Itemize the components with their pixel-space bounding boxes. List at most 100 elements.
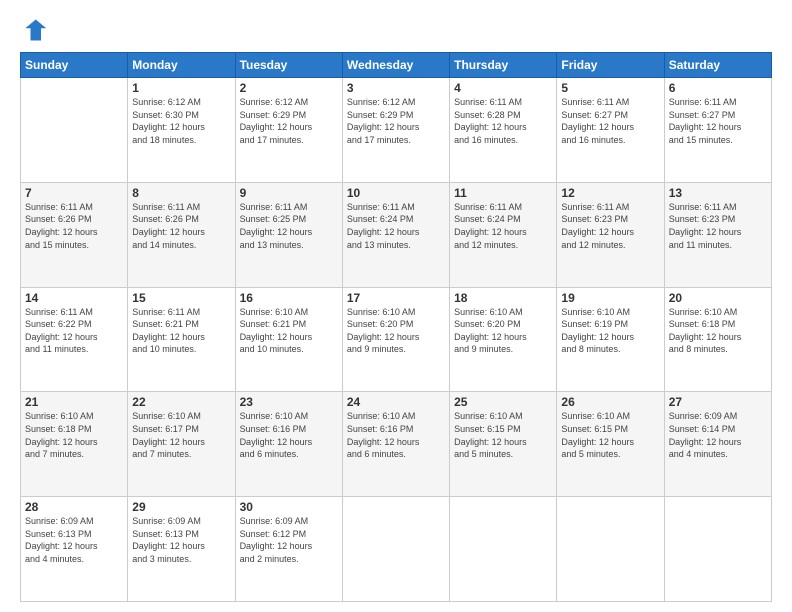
page: SundayMondayTuesdayWednesdayThursdayFrid… bbox=[0, 0, 792, 612]
day-info: Sunrise: 6:10 AM Sunset: 6:16 PM Dayligh… bbox=[347, 410, 445, 460]
day-info: Sunrise: 6:12 AM Sunset: 6:29 PM Dayligh… bbox=[347, 96, 445, 146]
day-cell: 29Sunrise: 6:09 AM Sunset: 6:13 PM Dayli… bbox=[128, 497, 235, 602]
weekday-monday: Monday bbox=[128, 53, 235, 78]
day-info: Sunrise: 6:11 AM Sunset: 6:23 PM Dayligh… bbox=[669, 201, 767, 251]
day-info: Sunrise: 6:10 AM Sunset: 6:15 PM Dayligh… bbox=[561, 410, 659, 460]
day-number: 30 bbox=[240, 500, 338, 514]
day-number: 20 bbox=[669, 291, 767, 305]
day-cell: 25Sunrise: 6:10 AM Sunset: 6:15 PM Dayli… bbox=[450, 392, 557, 497]
day-number: 5 bbox=[561, 81, 659, 95]
day-number: 8 bbox=[132, 186, 230, 200]
weekday-sunday: Sunday bbox=[21, 53, 128, 78]
week-row-4: 21Sunrise: 6:10 AM Sunset: 6:18 PM Dayli… bbox=[21, 392, 772, 497]
header bbox=[20, 16, 772, 44]
day-info: Sunrise: 6:12 AM Sunset: 6:30 PM Dayligh… bbox=[132, 96, 230, 146]
day-number: 25 bbox=[454, 395, 552, 409]
day-number: 24 bbox=[347, 395, 445, 409]
day-cell bbox=[342, 497, 449, 602]
day-info: Sunrise: 6:09 AM Sunset: 6:12 PM Dayligh… bbox=[240, 515, 338, 565]
day-cell: 19Sunrise: 6:10 AM Sunset: 6:19 PM Dayli… bbox=[557, 287, 664, 392]
day-info: Sunrise: 6:11 AM Sunset: 6:26 PM Dayligh… bbox=[25, 201, 123, 251]
day-info: Sunrise: 6:11 AM Sunset: 6:27 PM Dayligh… bbox=[669, 96, 767, 146]
weekday-wednesday: Wednesday bbox=[342, 53, 449, 78]
week-row-5: 28 Sunrise: 6:09 AM Sunset: 6:13 PM Dayli… bbox=[21, 497, 772, 602]
day-cell: 22Sunrise: 6:10 AM Sunset: 6:17 PM Dayli… bbox=[128, 392, 235, 497]
day-cell: 24Sunrise: 6:10 AM Sunset: 6:16 PM Dayli… bbox=[342, 392, 449, 497]
day-cell: 10Sunrise: 6:11 AM Sunset: 6:24 PM Dayli… bbox=[342, 182, 449, 287]
day-cell bbox=[21, 78, 128, 183]
day-number: 15 bbox=[132, 291, 230, 305]
day-cell bbox=[664, 497, 771, 602]
logo-icon bbox=[20, 16, 48, 44]
day-info: Sunrise: 6:09 AM Sunset: 6:13 PM Dayligh… bbox=[132, 515, 230, 565]
day-info: Sunrise: 6:11 AM Sunset: 6:28 PM Dayligh… bbox=[454, 96, 552, 146]
day-number: 7 bbox=[25, 186, 123, 200]
day-number: 16 bbox=[240, 291, 338, 305]
week-row-2: 7Sunrise: 6:11 AM Sunset: 6:26 PM Daylig… bbox=[21, 182, 772, 287]
day-info: Sunrise: 6:11 AM Sunset: 6:24 PM Dayligh… bbox=[454, 201, 552, 251]
day-cell: 27Sunrise: 6:09 AM Sunset: 6:14 PM Dayli… bbox=[664, 392, 771, 497]
day-info: Sunrise: 6:10 AM Sunset: 6:20 PM Dayligh… bbox=[454, 306, 552, 356]
day-info: Sunrise: 6:11 AM Sunset: 6:27 PM Dayligh… bbox=[561, 96, 659, 146]
week-row-1: 1Sunrise: 6:12 AM Sunset: 6:30 PM Daylig… bbox=[21, 78, 772, 183]
day-number: 11 bbox=[454, 186, 552, 200]
day-cell: 12Sunrise: 6:11 AM Sunset: 6:23 PM Dayli… bbox=[557, 182, 664, 287]
day-cell: 26Sunrise: 6:10 AM Sunset: 6:15 PM Dayli… bbox=[557, 392, 664, 497]
day-number: 2 bbox=[240, 81, 338, 95]
day-info: Sunrise: 6:11 AM Sunset: 6:22 PM Dayligh… bbox=[25, 306, 123, 356]
day-cell: 20Sunrise: 6:10 AM Sunset: 6:18 PM Dayli… bbox=[664, 287, 771, 392]
weekday-friday: Friday bbox=[557, 53, 664, 78]
day-number: 23 bbox=[240, 395, 338, 409]
day-number: 22 bbox=[132, 395, 230, 409]
day-info: Sunrise: 6:10 AM Sunset: 6:21 PM Dayligh… bbox=[240, 306, 338, 356]
calendar-table: SundayMondayTuesdayWednesdayThursdayFrid… bbox=[20, 52, 772, 602]
day-number: 28 bbox=[25, 500, 123, 514]
day-number: 14 bbox=[25, 291, 123, 305]
day-cell: 7Sunrise: 6:11 AM Sunset: 6:26 PM Daylig… bbox=[21, 182, 128, 287]
logo bbox=[20, 16, 52, 44]
day-info: Sunrise: 6:10 AM Sunset: 6:20 PM Dayligh… bbox=[347, 306, 445, 356]
day-number: 29 bbox=[132, 500, 230, 514]
day-number: 6 bbox=[669, 81, 767, 95]
day-cell bbox=[557, 497, 664, 602]
day-number: 4 bbox=[454, 81, 552, 95]
day-info: Sunrise: 6:11 AM Sunset: 6:21 PM Dayligh… bbox=[132, 306, 230, 356]
day-info: Sunrise: 6:09 AM Sunset: 6:14 PM Dayligh… bbox=[669, 410, 767, 460]
day-number: 10 bbox=[347, 186, 445, 200]
day-number: 1 bbox=[132, 81, 230, 95]
day-info: Sunrise: 6:11 AM Sunset: 6:23 PM Dayligh… bbox=[561, 201, 659, 251]
day-cell: 14Sunrise: 6:11 AM Sunset: 6:22 PM Dayli… bbox=[21, 287, 128, 392]
day-number: 26 bbox=[561, 395, 659, 409]
day-number: 18 bbox=[454, 291, 552, 305]
day-cell: 13Sunrise: 6:11 AM Sunset: 6:23 PM Dayli… bbox=[664, 182, 771, 287]
day-info: Sunrise: 6:11 AM Sunset: 6:24 PM Dayligh… bbox=[347, 201, 445, 251]
day-info: Sunrise: 6:10 AM Sunset: 6:18 PM Dayligh… bbox=[669, 306, 767, 356]
day-info: Sunrise: 6:10 AM Sunset: 6:15 PM Dayligh… bbox=[454, 410, 552, 460]
day-cell: 1Sunrise: 6:12 AM Sunset: 6:30 PM Daylig… bbox=[128, 78, 235, 183]
day-cell: 23Sunrise: 6:10 AM Sunset: 6:16 PM Dayli… bbox=[235, 392, 342, 497]
day-info: Sunrise: 6:12 AM Sunset: 6:29 PM Dayligh… bbox=[240, 96, 338, 146]
day-number: 12 bbox=[561, 186, 659, 200]
day-cell: 30Sunrise: 6:09 AM Sunset: 6:12 PM Dayli… bbox=[235, 497, 342, 602]
weekday-tuesday: Tuesday bbox=[235, 53, 342, 78]
day-cell: 5Sunrise: 6:11 AM Sunset: 6:27 PM Daylig… bbox=[557, 78, 664, 183]
day-info: Sunrise: 6:11 AM Sunset: 6:25 PM Dayligh… bbox=[240, 201, 338, 251]
day-number: 27 bbox=[669, 395, 767, 409]
day-number: 21 bbox=[25, 395, 123, 409]
day-cell: 3Sunrise: 6:12 AM Sunset: 6:29 PM Daylig… bbox=[342, 78, 449, 183]
day-cell: 2Sunrise: 6:12 AM Sunset: 6:29 PM Daylig… bbox=[235, 78, 342, 183]
day-info: Sunrise: 6:10 AM Sunset: 6:19 PM Dayligh… bbox=[561, 306, 659, 356]
day-cell: 11Sunrise: 6:11 AM Sunset: 6:24 PM Dayli… bbox=[450, 182, 557, 287]
day-cell: 8Sunrise: 6:11 AM Sunset: 6:26 PM Daylig… bbox=[128, 182, 235, 287]
weekday-thursday: Thursday bbox=[450, 53, 557, 78]
day-info: Sunrise: 6:11 AM Sunset: 6:26 PM Dayligh… bbox=[132, 201, 230, 251]
weekday-header-row: SundayMondayTuesdayWednesdayThursdayFrid… bbox=[21, 53, 772, 78]
day-number: 3 bbox=[347, 81, 445, 95]
week-row-3: 14Sunrise: 6:11 AM Sunset: 6:22 PM Dayli… bbox=[21, 287, 772, 392]
day-cell bbox=[450, 497, 557, 602]
weekday-saturday: Saturday bbox=[664, 53, 771, 78]
day-info: Sunrise: 6:10 AM Sunset: 6:17 PM Dayligh… bbox=[132, 410, 230, 460]
day-cell: 17Sunrise: 6:10 AM Sunset: 6:20 PM Dayli… bbox=[342, 287, 449, 392]
day-cell: 18Sunrise: 6:10 AM Sunset: 6:20 PM Dayli… bbox=[450, 287, 557, 392]
day-number: 17 bbox=[347, 291, 445, 305]
